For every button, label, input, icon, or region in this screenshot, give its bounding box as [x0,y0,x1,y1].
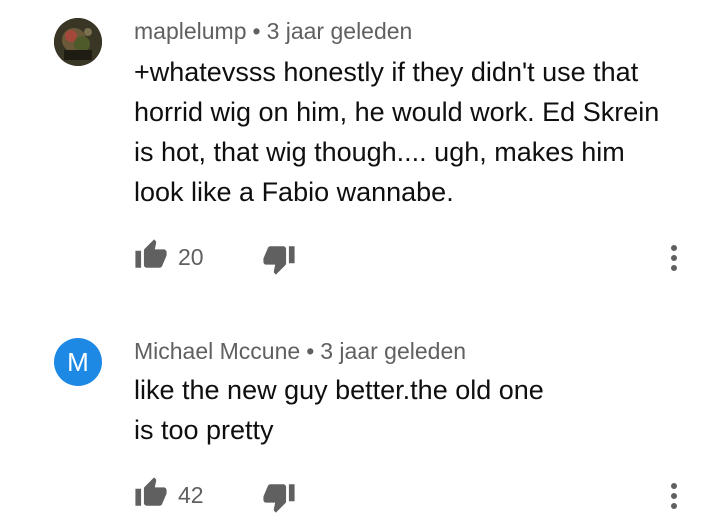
avatar-letter: M [67,346,89,377]
avatar[interactable]: M [54,338,102,386]
dislike-button[interactable] [262,242,296,276]
comment-text-line: +whatevsss honestly if they didn't use t… [134,57,639,87]
comment-text-line: look like a Fabio wannabe. [134,177,454,207]
thumbs-down-icon [263,246,295,275]
like-button[interactable] [134,476,168,510]
more-vert-icon [671,245,677,271]
comment-text-line: is hot, that wig though.... ugh, makes h… [134,137,625,167]
avatar[interactable] [54,18,102,66]
like-count: 20 [178,244,204,270]
more-options-button[interactable] [662,238,686,278]
author-name[interactable]: Michael Mccune [134,338,300,364]
like-count: 42 [178,482,204,508]
comment-text: +whatevsss honestly if they didn't use t… [134,52,674,212]
timestamp[interactable]: 3 jaar geleden [267,18,413,44]
timestamp[interactable]: 3 jaar geleden [320,338,466,364]
more-vert-icon [671,483,677,509]
thumbs-up-icon [135,477,167,506]
comment-meta: Michael Mccune • 3 jaar geleden [134,338,466,365]
comment-text: like the new guy better.the old one is t… [134,370,674,450]
author-name[interactable]: maplelump [134,18,247,44]
separator: • [306,338,315,364]
comment-text-line: is too pretty [134,415,274,445]
comment-actions: 20 [134,238,694,278]
comment-text-line: like the new guy better.the old one [134,375,544,405]
more-options-button[interactable] [662,476,686,516]
dislike-button[interactable] [262,480,296,514]
comment-actions: 42 [134,476,694,516]
thumbs-down-icon [263,484,295,513]
thumbs-up-icon [135,239,167,268]
comment-meta: maplelump • 3 jaar geleden [134,18,412,45]
separator: • [252,18,261,44]
like-button[interactable] [134,238,168,272]
comment-text-line: horrid wig on him, he would work. Ed Skr… [134,97,660,127]
